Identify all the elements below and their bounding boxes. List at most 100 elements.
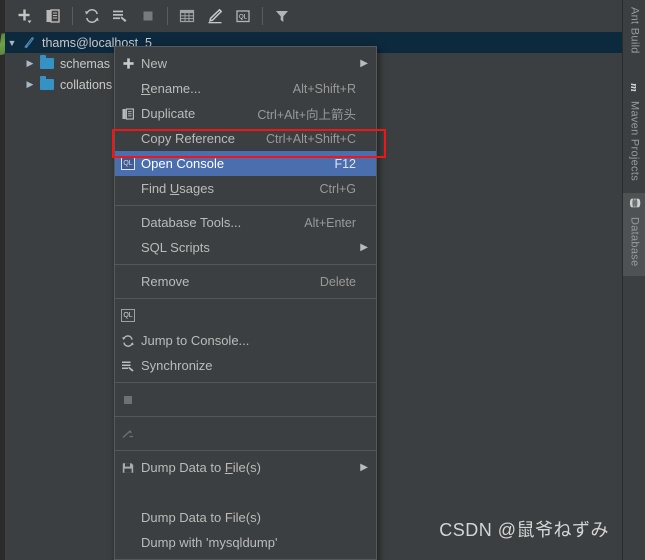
menu-item-label: Synchronize xyxy=(141,358,213,373)
menu-item-sql-scripts[interactable]: SQL Scripts ▶ xyxy=(115,235,376,260)
svg-text:m: m xyxy=(628,83,640,92)
menu-item-label: Dump with 'mysqldump' xyxy=(141,535,278,550)
tool-tab-maven-projects[interactable]: m Maven Projects xyxy=(623,78,645,184)
duplicate-icon xyxy=(46,9,60,23)
sql-console-icon: QL xyxy=(115,157,141,170)
menu-item-remove[interactable]: Remove Delete xyxy=(115,269,376,294)
menu-item-label: Find Usages xyxy=(141,181,214,196)
menu-item-label: Copy Reference xyxy=(141,131,235,146)
menu-item-copy-reference[interactable]: Copy Reference Ctrl+Alt+Shift+C xyxy=(115,126,376,151)
menu-item-jump-to-console[interactable]: QL xyxy=(115,303,376,328)
tool-tab-database[interactable]: Database xyxy=(623,193,645,276)
menu-separator xyxy=(115,205,376,206)
compare-icon xyxy=(115,427,141,441)
duplicate-button[interactable] xyxy=(39,3,67,29)
toolbar-separator xyxy=(167,7,168,25)
menu-item-shortcut: Alt+Shift+R xyxy=(292,81,356,96)
tool-tab-label: Database xyxy=(628,217,641,267)
collapse-arrow-icon[interactable]: ▶ xyxy=(23,58,37,69)
database-cylinder-icon xyxy=(628,196,642,213)
refresh-icon xyxy=(115,334,141,348)
menu-item-dump-with-mysqldump[interactable] xyxy=(115,480,376,505)
menu-item-restore-with-mysql[interactable]: Dump with 'mysqldump' xyxy=(115,530,376,555)
menu-item-label: Dump Data to File(s) xyxy=(141,510,261,525)
plus-dropdown-icon xyxy=(18,9,32,24)
ide-database-tool-window: QL ▼ thams@localhost_5 ▶ schemas ▶ colla… xyxy=(0,0,645,560)
maven-m-icon: m xyxy=(628,81,641,97)
menu-item-compare xyxy=(115,421,376,446)
stop-button[interactable] xyxy=(134,3,162,29)
tool-tab-ant-build[interactable]: Ant Build xyxy=(623,4,645,57)
menu-item-find-usages[interactable]: Find Usages Ctrl+G xyxy=(115,176,376,201)
tool-tab-label: Maven Projects xyxy=(628,101,641,182)
menu-item-shortcut: Ctrl+G xyxy=(319,181,356,196)
menu-item-shortcut: Ctrl+Alt+向上箭头 xyxy=(257,108,356,122)
menu-item-duplicate[interactable]: Duplicate Ctrl+Alt+向上箭头 xyxy=(115,101,376,126)
toolbar-separator xyxy=(72,7,73,25)
tree-node-label: collations xyxy=(60,77,113,92)
right-tool-window-bar: Ant Build m Maven Projects Database xyxy=(622,0,645,560)
menu-item-label: Database Tools... xyxy=(141,215,242,230)
menu-separator xyxy=(115,450,376,451)
menu-separator xyxy=(115,382,376,383)
funnel-filter-icon xyxy=(276,11,288,22)
folder-icon xyxy=(37,55,57,69)
svg-text:QL: QL xyxy=(239,15,248,21)
menu-item-run-sql-script[interactable]: Dump Data to File(s) xyxy=(115,505,376,530)
menu-item-disconnect xyxy=(115,387,376,412)
sql-console-icon: QL xyxy=(236,10,250,23)
sql-console-icon: QL xyxy=(115,309,141,322)
menu-item-new[interactable]: New ▶ xyxy=(115,51,376,76)
menu-item-shortcut: Ctrl+Alt+Shift+C xyxy=(266,131,356,146)
menu-item-label: Jump to Console... xyxy=(141,333,250,348)
table-grid-icon xyxy=(179,9,195,23)
menu-item-properties[interactable]: Synchronize xyxy=(115,353,376,378)
properties-icon xyxy=(113,10,127,22)
menu-item-synchronize[interactable]: Jump to Console... xyxy=(115,328,376,353)
menu-item-label: Open Console xyxy=(141,156,225,171)
menu-separator xyxy=(115,298,376,299)
menu-separator xyxy=(115,264,376,265)
datasource-icon xyxy=(19,35,39,50)
menu-item-shortcut: F12 xyxy=(334,156,356,171)
expand-arrow-icon[interactable]: ▼ xyxy=(5,38,19,48)
submenu-arrow-icon: ▶ xyxy=(360,242,368,253)
tool-tab-label: Ant Build xyxy=(628,7,641,54)
menu-item-rename[interactable]: Rename... Alt+Shift+R xyxy=(115,76,376,101)
refresh-icon xyxy=(85,8,99,24)
menu-item-open-console[interactable]: QL Open Console F12 xyxy=(115,151,376,176)
menu-item-shortcut: Alt+Enter xyxy=(304,215,356,230)
menu-item-label: Duplicate xyxy=(141,106,196,121)
menu-item-shortcut: Delete xyxy=(319,274,356,289)
database-toolbar: QL xyxy=(5,0,622,32)
modify-button[interactable] xyxy=(201,3,229,29)
menu-item-label: Remove xyxy=(141,274,190,289)
stop-square-icon xyxy=(115,393,141,407)
menu-item-database-tools[interactable]: Database Tools... Alt+Enter xyxy=(115,210,376,235)
pencil-icon xyxy=(208,8,223,24)
refresh-button[interactable] xyxy=(78,3,106,29)
collapse-arrow-icon[interactable]: ▶ xyxy=(23,79,37,90)
menu-item-label: New xyxy=(141,56,168,71)
open-console-toolbar-button[interactable]: QL xyxy=(229,3,257,29)
table-editor-button[interactable] xyxy=(173,3,201,29)
tree-node-label: schemas xyxy=(60,56,111,71)
watermark-text: CSDN @鼠爷ねずみ xyxy=(439,520,609,540)
menu-item-label: Rename... xyxy=(141,81,201,96)
context-menu: New ▶ Rename... Alt+Shift+R Duplicate Ct… xyxy=(114,46,377,560)
submenu-arrow-icon: ▶ xyxy=(360,58,368,69)
save-floppy-icon xyxy=(115,461,141,475)
add-dropdown-button[interactable] xyxy=(11,3,39,29)
menu-separator xyxy=(115,416,376,417)
submenu-arrow-icon: ▶ xyxy=(360,462,368,473)
menu-item-dump-data-to-files[interactable]: Dump Data to File(s) ▶ xyxy=(115,455,376,480)
filter-button[interactable] xyxy=(268,3,296,29)
menu-item-label: Dump Data to File(s) xyxy=(141,460,261,475)
properties-button[interactable] xyxy=(106,3,134,29)
stop-square-icon xyxy=(143,11,153,21)
folder-icon xyxy=(37,76,57,90)
plus-icon xyxy=(115,57,141,70)
properties-icon xyxy=(115,359,141,373)
menu-item-label: SQL Scripts xyxy=(141,240,210,255)
toolbar-separator xyxy=(262,7,263,25)
